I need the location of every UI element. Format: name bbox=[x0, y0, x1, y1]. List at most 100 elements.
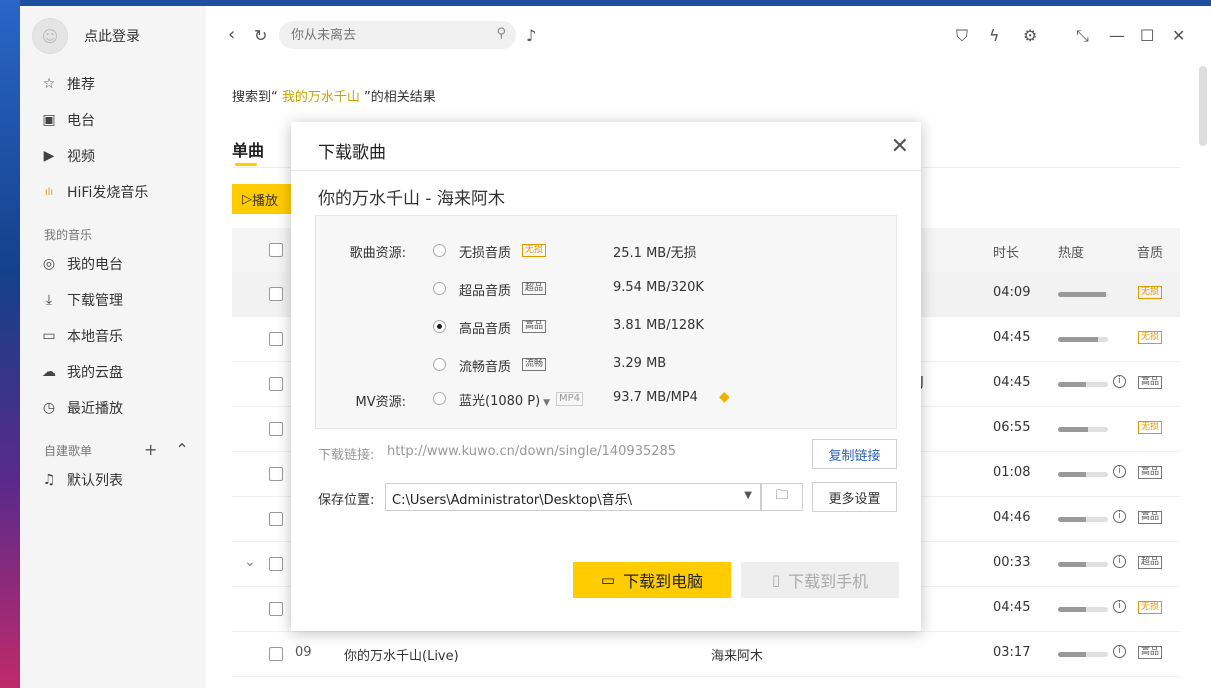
row-checkbox[interactable] bbox=[269, 647, 283, 661]
heat-bar bbox=[1058, 337, 1108, 342]
maximize-icon[interactable]: ☐ bbox=[1140, 26, 1154, 45]
scrollbar[interactable] bbox=[1199, 66, 1207, 146]
quality-tag: 高品 bbox=[522, 320, 547, 333]
row-checkbox[interactable] bbox=[269, 602, 283, 616]
song-title-cell[interactable]: 你的万水千山(Live) bbox=[344, 645, 459, 664]
info-icon[interactable]: i bbox=[1113, 600, 1126, 613]
sidebar-item-label: 我的云盘 bbox=[67, 365, 123, 381]
heat-bar bbox=[1058, 607, 1108, 612]
download-to-phone-button[interactable]: ▯ 下载到手机 bbox=[741, 562, 899, 598]
download-to-pc-button[interactable]: ▭ 下载到电脑 bbox=[573, 562, 731, 598]
sidebar-item-playlist-0[interactable]: ♫ 默认列表 bbox=[40, 468, 123, 492]
collapse-icon[interactable]: ⌃ bbox=[175, 440, 188, 459]
music-recognition-icon[interactable]: ♪ bbox=[526, 26, 536, 45]
sidebar-item-2[interactable]: ▶ 视频 bbox=[40, 144, 95, 168]
sidebar: ☺ 点此登录 ☆ 推荐 ▣ 电台 ▶ 视频 ılı HiFi发烧音乐 我的音乐 ◎ 我的电台 ⤓ 下… bbox=[20, 6, 206, 688]
settings-icon[interactable]: ⚙ bbox=[1023, 26, 1037, 45]
row-checkbox[interactable] bbox=[269, 332, 283, 346]
sidebar-item-my-2[interactable]: ▭ 本地音乐 bbox=[40, 324, 123, 348]
info-icon[interactable]: i bbox=[1113, 375, 1126, 388]
close-window-icon[interactable]: ✕ bbox=[1172, 26, 1185, 45]
quality-badge: 高品 bbox=[1138, 511, 1163, 524]
row-checkbox[interactable] bbox=[269, 422, 283, 436]
heat-bar bbox=[1058, 517, 1108, 522]
avatar[interactable]: ☺ bbox=[32, 18, 68, 54]
caret-down-icon: ▼ bbox=[540, 398, 550, 408]
info-icon[interactable]: i bbox=[1113, 645, 1126, 658]
quality-radio[interactable] bbox=[433, 320, 446, 333]
select-all-checkbox[interactable] bbox=[269, 243, 283, 257]
info-icon[interactable]: i bbox=[1113, 555, 1126, 568]
download-link-label: 下载链接: bbox=[318, 448, 375, 463]
sidebar-item-my-4[interactable]: ◷ 最近播放 bbox=[40, 396, 123, 420]
duration-cell: 06:55 bbox=[993, 420, 1031, 435]
quality-size: 3.81 MB/128K bbox=[613, 318, 704, 333]
skin-icon[interactable]: ⛉ bbox=[956, 26, 968, 46]
quality-radio[interactable] bbox=[433, 358, 446, 371]
more-settings-button[interactable]: 更多设置 bbox=[812, 482, 897, 512]
search-result-line: 搜索到“ 我的万水千山 ”的相关结果 bbox=[232, 90, 436, 105]
sidebar-item-label: 默认列表 bbox=[67, 473, 123, 489]
dropdown-arrow-icon[interactable]: ▼ bbox=[744, 490, 752, 501]
sidebar-item-my-0[interactable]: ◎ 我的电台 bbox=[40, 252, 123, 276]
quality-badge: 高品 bbox=[1138, 466, 1163, 479]
heat-bar bbox=[1058, 292, 1108, 297]
back-icon[interactable]: ‹ bbox=[228, 24, 235, 45]
lightning-icon[interactable]: ϟ bbox=[989, 26, 1000, 45]
quality-size: 3.29 MB bbox=[613, 356, 667, 371]
expand-chevron-icon[interactable]: ⌄ bbox=[244, 554, 256, 570]
duration-cell: 04:09 bbox=[993, 285, 1031, 300]
download-link[interactable]: http://www.kuwo.cn/down/single/140935285 bbox=[387, 444, 676, 459]
quality-badge: 超品 bbox=[1138, 556, 1163, 569]
sidebar-item-1[interactable]: ▣ 电台 bbox=[40, 108, 95, 132]
mini-mode-icon[interactable]: ⤡ bbox=[1076, 26, 1089, 46]
row-checkbox[interactable] bbox=[269, 512, 283, 526]
sidebar-item-my-1[interactable]: ⤓ 下载管理 bbox=[40, 288, 123, 312]
close-icon[interactable]: ✕ bbox=[891, 136, 909, 158]
quality-radio[interactable] bbox=[433, 244, 446, 257]
song-title: 你的万水千山 - 海来阿木 bbox=[318, 189, 505, 209]
quality-badge: 高品 bbox=[1138, 376, 1163, 389]
row-checkbox[interactable] bbox=[269, 377, 283, 391]
minimize-icon[interactable]: — bbox=[1109, 26, 1125, 45]
refresh-icon[interactable]: ↻ bbox=[254, 26, 267, 45]
local-music-icon: ▭ bbox=[42, 328, 56, 344]
row-checkbox[interactable] bbox=[269, 287, 283, 301]
heat-bar bbox=[1058, 382, 1108, 387]
mv-option[interactable]: 蓝光(1080 P) ▼ bbox=[459, 390, 550, 409]
search-icon[interactable]: ⚲ bbox=[496, 26, 506, 41]
artist-cell[interactable]: 海来阿木 bbox=[711, 645, 763, 664]
sidebar-item-0[interactable]: ☆ 推荐 bbox=[40, 72, 95, 96]
user-area[interactable]: ☺ 点此登录 bbox=[32, 18, 140, 54]
quality-name[interactable]: 超品音质 bbox=[459, 280, 511, 299]
info-icon[interactable]: i bbox=[1113, 465, 1126, 478]
row-checkbox[interactable] bbox=[269, 467, 283, 481]
header-quality[interactable]: 音质 bbox=[1137, 242, 1163, 261]
quality-badge: 无损 bbox=[1138, 331, 1163, 344]
add-playlist-icon[interactable]: + bbox=[144, 440, 157, 459]
search-input[interactable] bbox=[291, 27, 481, 43]
source-panel: 歌曲资源: 无损音质 无损 25.1 MB/无损 超品音质 超品 9.54 MB/320K… bbox=[315, 215, 897, 429]
header-heat[interactable]: 热度 bbox=[1058, 242, 1084, 261]
table-row[interactable]: 09 你的万水千山(Live) 海来阿木 03:17 i 高品 bbox=[232, 632, 1180, 677]
mv-radio[interactable] bbox=[433, 392, 446, 405]
tab-single[interactable]: 单曲 bbox=[232, 137, 264, 161]
row-checkbox[interactable] bbox=[269, 557, 283, 571]
quality-radio[interactable] bbox=[433, 282, 446, 295]
sidebar-item-my-3[interactable]: ☁ 我的云盘 bbox=[40, 360, 123, 384]
quality-name[interactable]: 高品音质 bbox=[459, 318, 511, 337]
quality-badge: 无损 bbox=[1138, 286, 1163, 299]
save-path-select[interactable]: C:\Users\Administrator\Desktop\音乐\ ▼ bbox=[385, 483, 761, 511]
browse-folder-button[interactable]: 🗀 bbox=[761, 483, 803, 511]
star-icon: ☆ bbox=[42, 76, 56, 92]
quality-tag: 超品 bbox=[522, 282, 547, 295]
info-icon[interactable]: i bbox=[1113, 510, 1126, 523]
sidebar-item-3[interactable]: ılı HiFi发烧音乐 bbox=[40, 180, 149, 204]
search-bar: ⚲ bbox=[279, 21, 516, 49]
quality-name[interactable]: 无损音质 bbox=[459, 242, 511, 261]
quality-name[interactable]: 流畅音质 bbox=[459, 356, 511, 375]
login-link[interactable]: 点此登录 bbox=[84, 26, 140, 46]
tab-underline bbox=[235, 163, 257, 166]
copy-link-button[interactable]: 复制链接 bbox=[812, 439, 897, 469]
header-duration[interactable]: 时长 bbox=[993, 242, 1019, 261]
